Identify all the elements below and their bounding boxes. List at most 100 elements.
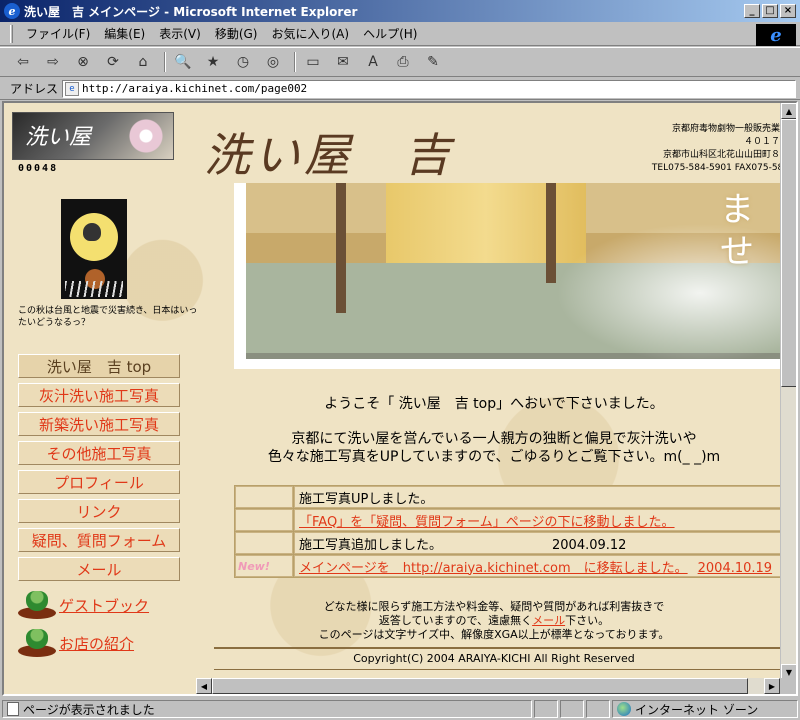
scroll-up-icon[interactable]: ▲	[781, 103, 796, 119]
stop-button[interactable]: ⊗	[70, 51, 96, 73]
close-button[interactable]: ×	[780, 4, 796, 18]
news-tag-cell	[235, 509, 293, 531]
vertical-scroll-thumb[interactable]	[781, 119, 796, 387]
page-icon: e	[65, 81, 80, 96]
registration-number: ４０１７６号	[743, 137, 798, 147]
street-address: 京都市山科区北花山山田町８６－	[662, 150, 798, 160]
font-button[interactable]: A	[360, 51, 386, 73]
forward-button[interactable]: ⇨	[40, 51, 66, 73]
mail-link[interactable]: メール	[532, 614, 565, 627]
address-url: http://araiya.kichinet.com/page002	[82, 82, 308, 95]
window-titlebar[interactable]: e 洗い屋 吉 メインページ - Microsoft Internet Expl…	[0, 0, 800, 22]
news-row: 施工写真追加しました。 2004.09.12	[235, 532, 793, 554]
intro-message: 京都にて洗い屋を営んでいる一人親方の独断と偏見で灰汁洗いや 色々な施工写真をUP…	[267, 431, 721, 465]
news-row: New! メインページを http://araiya.kichinet.com …	[235, 555, 793, 577]
menu-view[interactable]: 表示(V)	[152, 23, 208, 44]
vertical-scrollbar[interactable]: ▲ ▼	[780, 103, 796, 680]
ie-logo-icon: e	[770, 24, 782, 46]
status-bar: ページが表示されました インターネット ゾーン	[0, 698, 800, 720]
moon-rabbit-illustration	[61, 199, 127, 299]
mail-button[interactable]: ✉	[330, 51, 356, 73]
menu-bar: ファイル(F) 編集(E) 表示(V) 移動(G) お気に入り(A) ヘルプ(H…	[0, 22, 800, 46]
news-table: 施工写真UPしました。 「FAQ」を「疑問、質問フォーム」ページの下に移動しまし…	[234, 485, 794, 578]
shop-address-info: 京都府毒物劇物一般販売業登録 ４０１７６号 京都市山科区北花山山田町８６－ TE…	[624, 123, 798, 175]
nav-question-form[interactable]: 疑問、質問フォーム	[18, 528, 180, 552]
faq-moved-link[interactable]: 「FAQ」を「疑問、質問フォーム」ページの下に移動しました。	[299, 515, 675, 530]
status-pane	[586, 700, 610, 718]
tea-cup-icon	[18, 591, 56, 619]
nav-profile[interactable]: プロフィール	[18, 470, 180, 494]
zone-text: インターネット ゾーン	[635, 702, 759, 717]
footer-divider	[214, 669, 784, 670]
welcome-message: ようこそ「 洗い屋 吉 top」へおいで下さいました。	[324, 396, 664, 412]
shop-intro-link[interactable]: お店の紹介	[59, 633, 134, 654]
minimize-button[interactable]: _	[744, 4, 760, 18]
address-bar: アドレス e http://araiya.kichinet.com/page00…	[0, 78, 800, 100]
address-label: アドレス	[10, 82, 59, 96]
back-button[interactable]: ⇦	[10, 51, 36, 73]
news-date: 2004.10.19	[697, 560, 773, 576]
print-button[interactable]: ⎙	[390, 51, 416, 73]
favorites-button[interactable]: ★	[200, 51, 226, 73]
menu-go[interactable]: 移動(G)	[208, 23, 265, 44]
wooden-pillar	[546, 183, 556, 283]
illustration-caption: この秋は台風と地震で災害続き、日本はいったいどうなるっ？	[18, 306, 198, 328]
horizontal-scrollbar[interactable]: ◀ ▶	[196, 678, 780, 694]
news-tag-cell	[235, 486, 293, 508]
nav-aku-arai-photos[interactable]: 灰汁洗い施工写真	[18, 383, 180, 407]
news-tag-cell	[235, 532, 293, 554]
standard-toolbar: ⇦ ⇨ ⊗ ⟳ ⌂ 🔍 ★ ◷ ◎ ▭ ✉ A ⎙ ✎	[0, 47, 800, 77]
nav-links[interactable]: リンク	[18, 499, 180, 523]
ie-app-icon: e	[4, 3, 20, 19]
shop-intro-row: お店の紹介	[18, 629, 134, 657]
guestbook-row: ゲストブック	[18, 591, 149, 619]
toolbar-separator	[164, 52, 166, 72]
photo-overlay-text: ま せ	[720, 190, 754, 272]
search-button[interactable]: 🔍	[170, 51, 196, 73]
ie-throbber: e	[756, 24, 796, 46]
home-button[interactable]: ⌂	[130, 51, 156, 73]
site-logo[interactable]: 洗い屋	[12, 112, 174, 160]
news-text-cell: 施工写真追加しました。 2004.09.12	[294, 532, 793, 554]
tea-cup-icon	[18, 629, 56, 657]
history-button[interactable]: ◷	[230, 51, 256, 73]
channels-button[interactable]: ◎	[260, 51, 286, 73]
maximize-button[interactable]: □	[762, 4, 778, 18]
scroll-left-icon[interactable]: ◀	[196, 678, 212, 694]
security-zone: インターネット ゾーン	[612, 700, 798, 718]
pampas-grass-icon	[65, 281, 123, 297]
menu-help[interactable]: ヘルプ(H)	[356, 23, 424, 44]
scrollbar-corner	[780, 678, 796, 694]
entrance-photo-image: ま せ	[246, 183, 780, 359]
nav-mail[interactable]: メール	[18, 557, 180, 581]
horizontal-scroll-thumb[interactable]	[212, 678, 748, 694]
wooden-pillar	[336, 183, 346, 313]
internet-globe-icon	[617, 702, 631, 716]
edit-button[interactable]: ✎	[420, 51, 446, 73]
guestbook-link[interactable]: ゲストブック	[59, 595, 149, 616]
moved-url-link[interactable]: メインページを http://araiya.kichinet.com に移転しま…	[299, 561, 688, 576]
fullscreen-button[interactable]: ▭	[300, 51, 326, 73]
news-text-cell: 「FAQ」を「疑問、質問フォーム」ページの下に移動しました。	[294, 509, 793, 531]
registration-line: 京都府毒物劇物一般販売業登録	[671, 124, 798, 134]
status-pane	[560, 700, 584, 718]
window-title: 洗い屋 吉 メインページ - Microsoft Internet Explor…	[24, 4, 358, 19]
status-text-pane: ページが表示されました	[2, 700, 532, 718]
menu-favorites[interactable]: お気に入り(A)	[264, 23, 356, 44]
news-row: 施工写真UPしました。	[235, 486, 793, 508]
address-input[interactable]: e http://araiya.kichinet.com/page002	[62, 79, 796, 98]
nav-other-photos[interactable]: その他施工写真	[18, 441, 180, 465]
rabbit-icon	[83, 223, 101, 241]
menubar-grip[interactable]	[10, 24, 13, 43]
new-badge: New!	[238, 559, 270, 573]
refresh-button[interactable]: ⟳	[100, 51, 126, 73]
contact-note: どなた様に限らず施工方法や料金等、疑問や質問があれば利害抜きで 返答していますの…	[318, 600, 670, 641]
scroll-right-icon[interactable]: ▶	[764, 678, 780, 694]
nav-top[interactable]: 洗い屋 吉 top	[18, 354, 180, 378]
status-text: ページが表示されました	[23, 702, 155, 717]
nav-shinchiku-photos[interactable]: 新築洗い施工写真	[18, 412, 180, 436]
menu-file[interactable]: ファイル(F)	[19, 23, 97, 44]
page-viewport: 洗い屋 00048 この秋は台風と地震で災害続き、日本はいったいどうなるっ？ 洗…	[2, 101, 798, 696]
menu-edit[interactable]: 編集(E)	[97, 23, 152, 44]
entrance-photo: ま せ	[234, 183, 780, 369]
